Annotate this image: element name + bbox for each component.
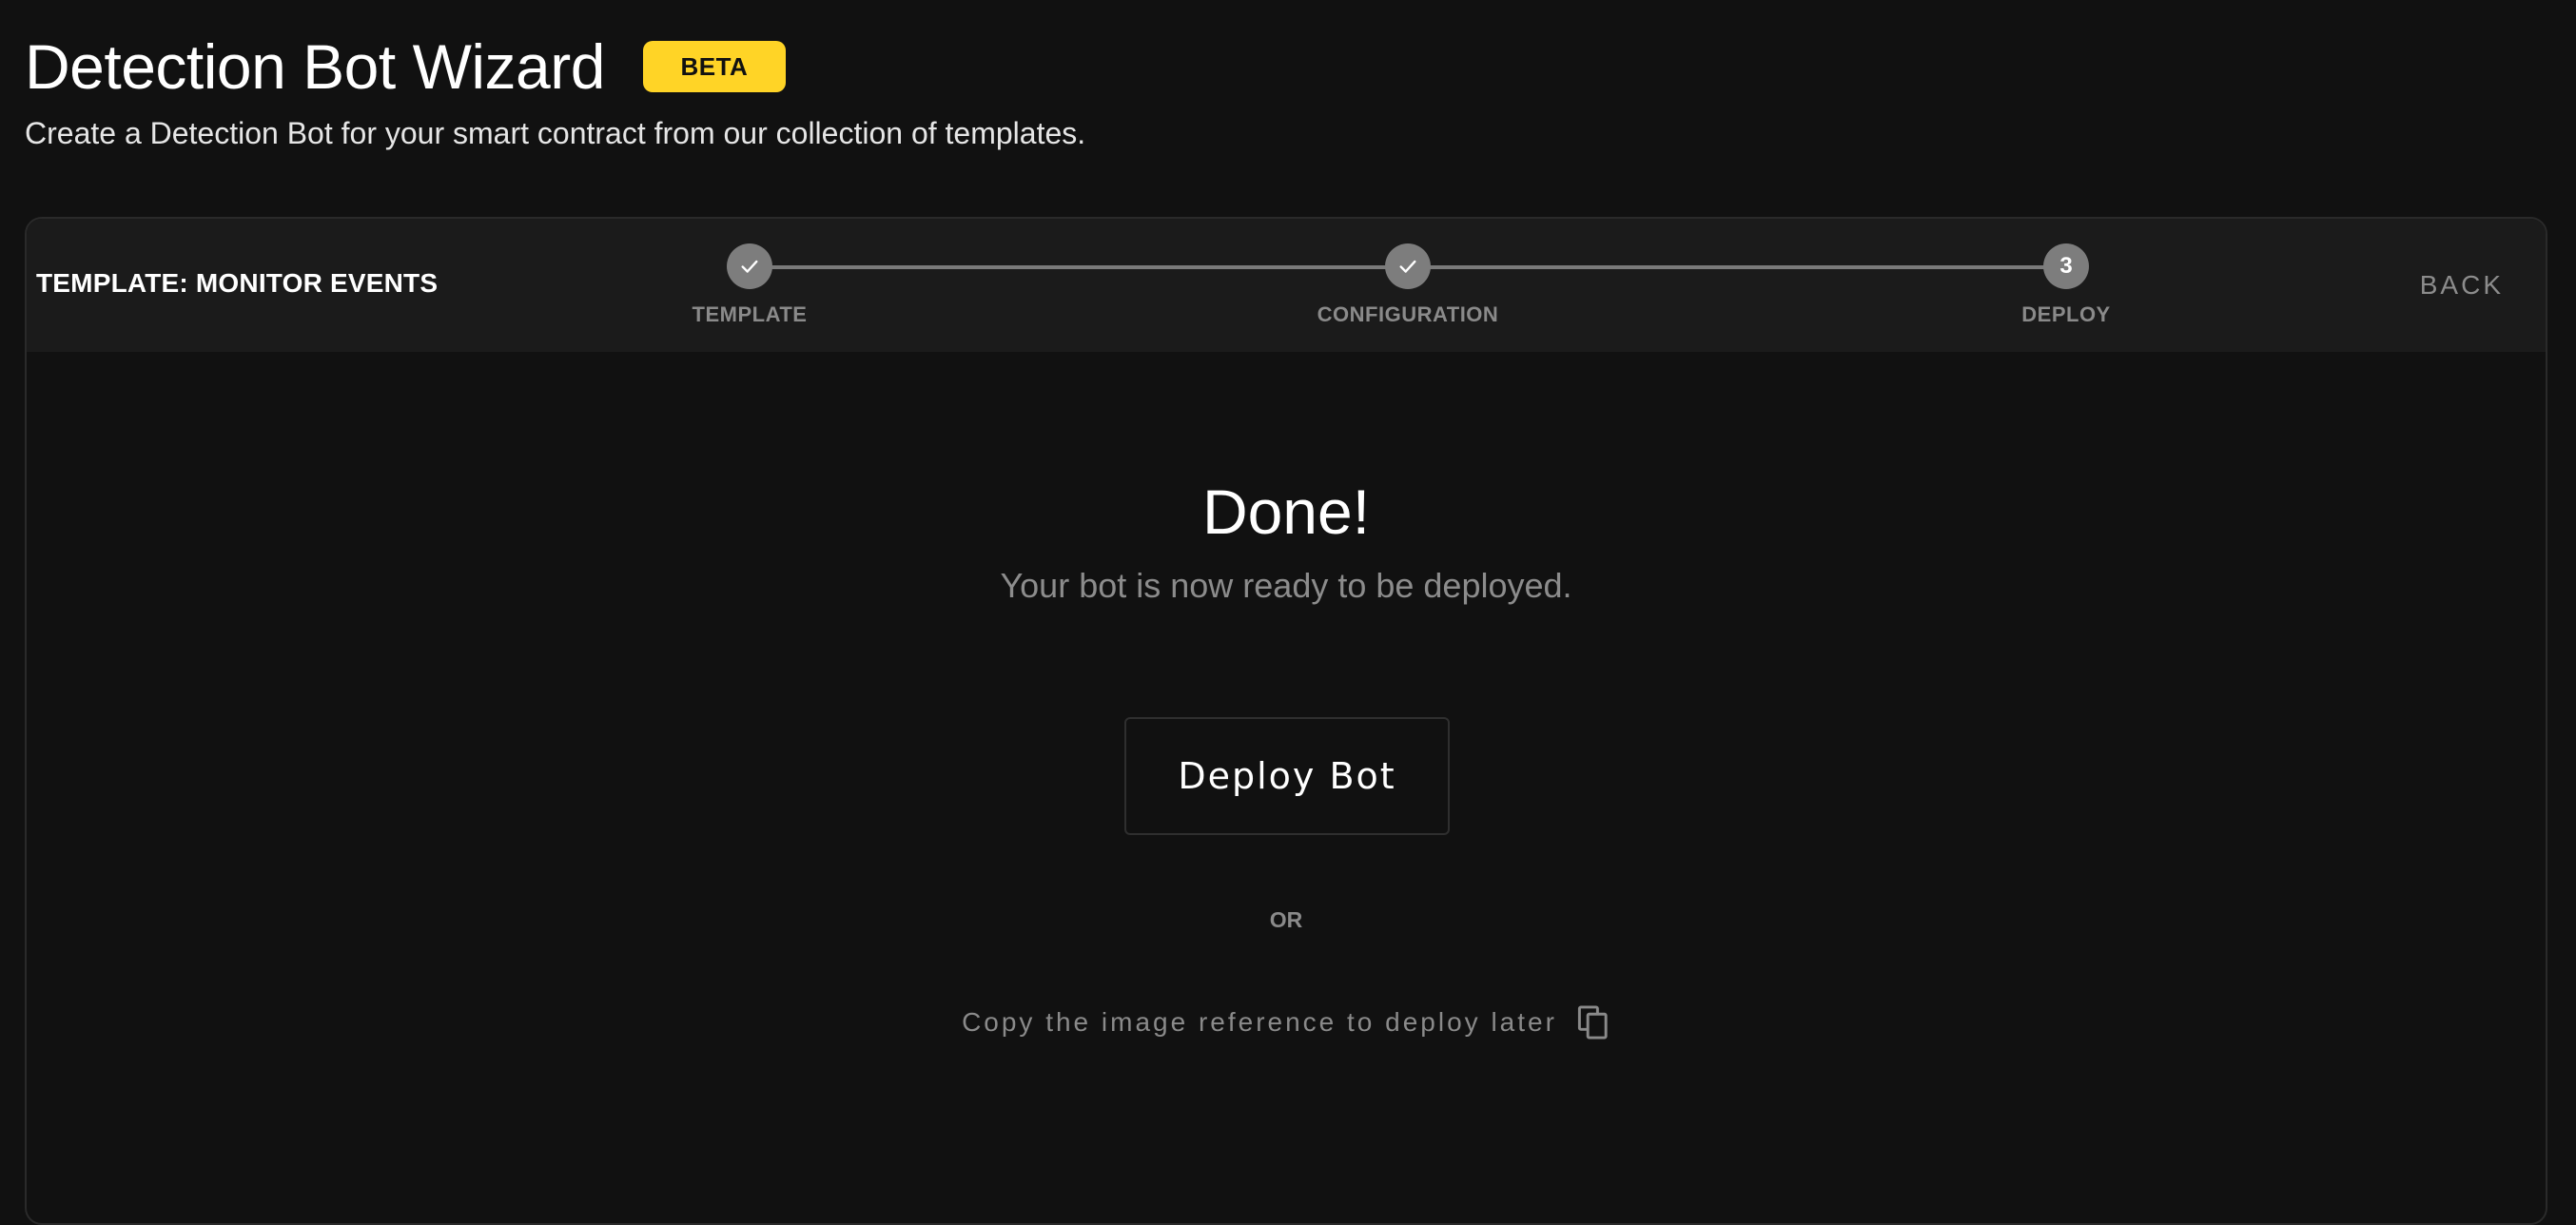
done-subtitle: Your bot is now ready to be deployed. (1000, 566, 1572, 605)
wizard-body: Done! Your bot is now ready to be deploy… (27, 352, 2546, 1223)
copy-icon[interactable] (1576, 1004, 1610, 1040)
wizard-card: TEMPLATE: MONITOR EVENTS TEMPLATE CONFIG… (25, 217, 2547, 1225)
done-title: Done! (1201, 476, 1371, 547)
or-separator: OR (1269, 907, 1303, 932)
deploy-bot-button[interactable]: Deploy Bot (1124, 717, 1450, 835)
step-deploy: 3 DEPLOY (1923, 243, 2209, 327)
step-configuration-circle (1385, 243, 1431, 289)
page-title: Detection Bot Wizard (25, 31, 605, 102)
page-subtitle: Create a Detection Bot for your smart co… (25, 116, 1086, 150)
step-configuration: CONFIGURATION (1265, 243, 1551, 327)
step-deploy-number: 3 (2043, 243, 2089, 289)
step-deploy-label: DEPLOY (2021, 302, 2111, 326)
wizard-header: TEMPLATE: MONITOR EVENTS TEMPLATE CONFIG… (27, 219, 2546, 352)
copy-reference-row: Copy the image reference to deploy later (27, 1004, 2546, 1040)
step-template-circle (727, 243, 772, 289)
template-name: TEMPLATE: MONITOR EVENTS (36, 268, 439, 298)
step-template-label: TEMPLATE (692, 302, 808, 326)
copy-reference-text: Copy the image reference to deploy later (962, 1007, 1557, 1037)
step-template: TEMPLATE (607, 243, 892, 327)
step-configuration-label: CONFIGURATION (1317, 302, 1499, 326)
back-button[interactable]: BACK (2420, 270, 2504, 301)
check-icon (1399, 260, 1416, 273)
page-header: Detection Bot Wizard BETA Create a Detec… (25, 29, 2546, 152)
title-row: Detection Bot Wizard BETA (25, 29, 2546, 105)
check-icon (741, 260, 758, 273)
beta-badge: BETA (642, 41, 786, 92)
